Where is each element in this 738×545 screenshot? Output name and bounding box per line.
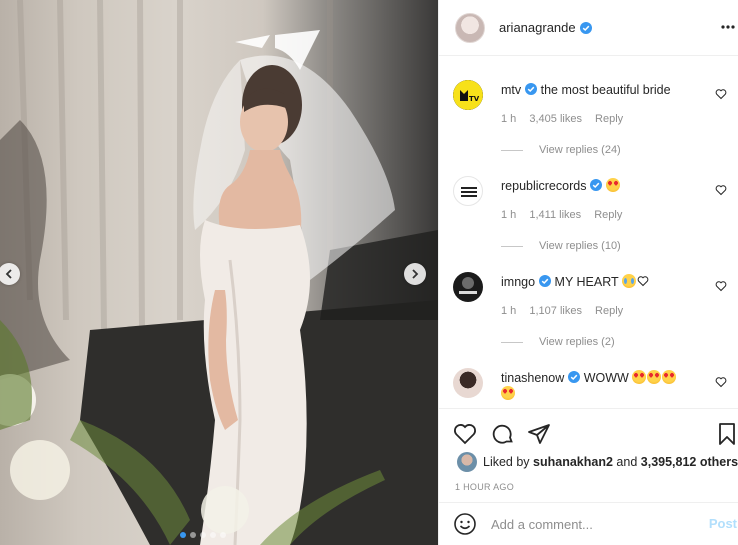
post-header: arianagrande [439, 0, 738, 56]
next-photo-button[interactable] [404, 263, 426, 285]
more-options-button[interactable] [719, 18, 737, 36]
liker-avatar[interactable] [457, 452, 477, 472]
comment-username[interactable]: tinashenow [501, 371, 564, 385]
comment-time: 1 h [501, 209, 517, 221]
comment-username[interactable]: republicrecords [501, 179, 586, 193]
view-replies-button[interactable]: View replies (24) [501, 144, 621, 156]
verified-badge-icon [579, 21, 592, 34]
heart-eyes-emoji-icon [647, 370, 662, 384]
comment-content: tinashenow WOWW [501, 370, 711, 402]
white-heart-emoji-icon [637, 276, 649, 287]
commenter-avatar[interactable] [453, 176, 483, 206]
comment-text: MY HEART [554, 275, 619, 289]
crying-emoji-icon [621, 274, 636, 288]
comment-meta: 1 h 1,411 likes Reply [501, 209, 632, 221]
post-details-panel: arianagrande TV mtv the most beautiful b… [438, 0, 738, 545]
liked-by-others[interactable]: 3,395,812 others [641, 455, 738, 469]
comment-meta: 1 h 1,107 likes Reply [501, 305, 633, 317]
comment-time: 1 h [501, 305, 517, 317]
comment-text: WOWW [583, 371, 629, 385]
carousel-indicator [180, 532, 226, 538]
view-replies-button[interactable]: View replies (2) [501, 336, 615, 348]
verified-badge-icon [539, 275, 552, 287]
comment-content: republicrecords [501, 178, 711, 194]
carousel-dot [220, 532, 226, 538]
ellipsis-icon [721, 25, 735, 29]
replies-divider [501, 245, 523, 247]
post-photo[interactable] [0, 0, 438, 545]
profile-photo-icon [459, 277, 477, 294]
chevron-left-icon [5, 269, 12, 279]
reply-button[interactable]: Reply [595, 305, 623, 317]
comment-content: mtv the most beautiful bride [501, 82, 711, 98]
liked-by-prefix: Liked by [483, 455, 530, 469]
reply-button[interactable]: Reply [594, 209, 622, 221]
verified-badge-icon [590, 179, 603, 191]
verified-badge-icon [525, 83, 538, 95]
carousel-dot [190, 532, 196, 538]
carousel-dot [200, 532, 206, 538]
post-timestamp[interactable]: 1 HOUR AGO [455, 482, 514, 492]
commenter-avatar[interactable] [453, 368, 483, 398]
liked-by-user[interactable]: suhanakhan2 [533, 455, 613, 469]
author-username[interactable]: arianagrande [499, 20, 576, 35]
comment-text: the most beautiful bride [540, 83, 671, 97]
svg-text:TV: TV [469, 95, 480, 103]
comment-likes[interactable]: 1,411 likes [529, 209, 581, 221]
author-avatar[interactable] [455, 12, 485, 43]
like-comment-heart-icon[interactable] [715, 88, 727, 100]
view-replies-label: View replies (2) [539, 336, 615, 348]
commenter-avatar[interactable] [453, 272, 483, 302]
emoji-smile-icon[interactable] [453, 512, 477, 536]
comment-content: imngo MY HEART [501, 274, 711, 290]
comment-likes[interactable]: 3,405 likes [529, 113, 582, 125]
mtv-logo-icon: TV [453, 80, 483, 110]
like-comment-heart-icon[interactable] [715, 376, 727, 388]
like-comment-heart-icon[interactable] [715, 184, 727, 196]
bookmark-icon[interactable] [715, 422, 738, 446]
share-paper-plane-icon[interactable] [527, 422, 551, 446]
view-replies-label: View replies (24) [539, 144, 621, 156]
comment-meta: 1 h 3,405 likes Reply [501, 113, 633, 125]
verified-badge-icon [568, 371, 581, 383]
heart-eyes-emoji-icon [605, 178, 620, 192]
view-replies-label: View replies (10) [539, 240, 621, 252]
heart-eyes-emoji-icon [662, 370, 677, 384]
chevron-right-icon [412, 269, 419, 279]
comment-username[interactable]: mtv [501, 83, 521, 97]
carousel-dot [210, 532, 216, 538]
comments-list[interactable]: TV mtv the most beautiful bride 1 h 3,40… [439, 56, 738, 408]
replies-divider [501, 341, 523, 343]
like-comment-heart-icon[interactable] [715, 280, 727, 292]
heart-eyes-emoji-icon [632, 370, 647, 384]
post-actions-bar [439, 408, 738, 456]
comment-time: 1 h [501, 113, 517, 125]
add-comment-bar: Post [439, 502, 738, 545]
reply-button[interactable]: Reply [595, 113, 623, 125]
post-comment-button[interactable]: Post [709, 516, 737, 531]
comment-likes[interactable]: 1,107 likes [529, 305, 582, 317]
bride-photo-illustration [0, 0, 438, 545]
republic-records-logo-icon [461, 187, 477, 197]
comment-bubble-icon[interactable] [491, 422, 515, 446]
commenter-avatar[interactable]: TV [453, 80, 483, 110]
heart-eyes-emoji-icon [501, 386, 515, 400]
replies-divider [501, 149, 523, 151]
view-replies-button[interactable]: View replies (10) [501, 240, 621, 252]
liked-by-summary: Liked by suhanakhan2 and 3,395,812 other… [457, 452, 738, 472]
comment-username[interactable]: imngo [501, 275, 535, 289]
add-comment-input[interactable] [491, 516, 701, 532]
liked-by-joiner: and [616, 455, 638, 469]
like-heart-icon[interactable] [453, 422, 477, 446]
carousel-dot [180, 532, 186, 538]
